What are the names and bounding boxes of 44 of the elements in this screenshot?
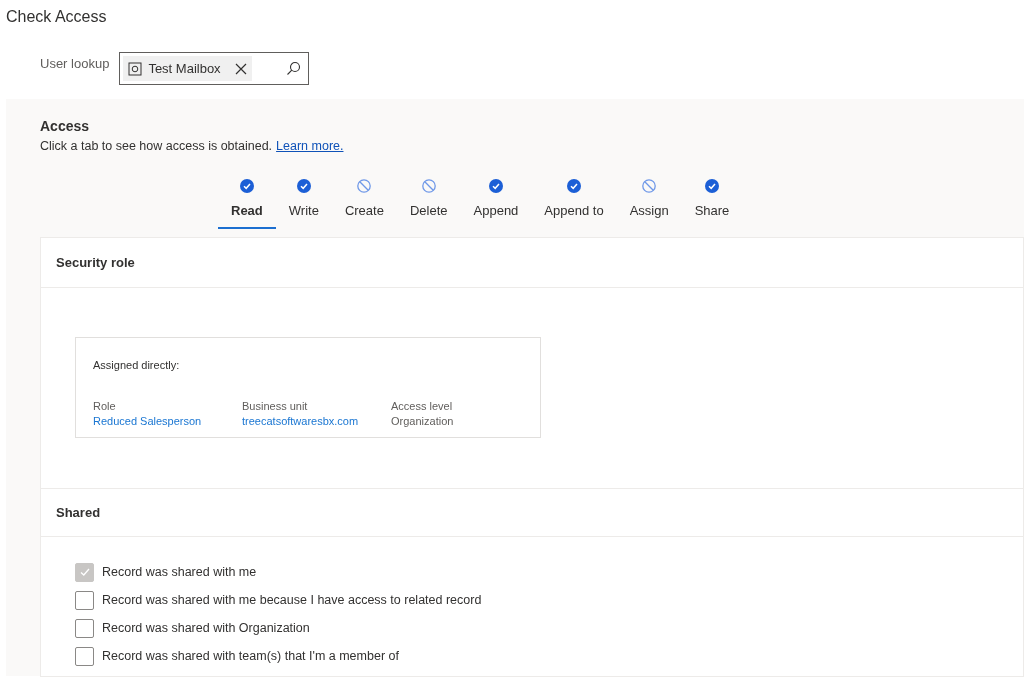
learn-more-link[interactable]: Learn more.: [276, 137, 344, 156]
lookup-field[interactable]: Test Mailbox: [119, 52, 310, 85]
access-tab[interactable]: Delete: [396, 178, 461, 229]
section-heading: Shared: [56, 503, 101, 522]
field-value: Organization: [391, 414, 455, 430]
checkbox-label: Record was shared with team(s) that I'm a member of: [102, 647, 399, 665]
access-tab[interactable]: Read: [218, 178, 276, 229]
field-label: Role: [93, 399, 117, 415]
access-tab[interactable]: Append: [460, 178, 532, 229]
blocked-icon: [642, 178, 657, 193]
access-tab[interactable]: Assign: [616, 178, 682, 229]
access-tab[interactable]: Write: [275, 178, 332, 229]
section-heading: Security role: [56, 253, 135, 272]
access-tab[interactable]: Append to: [531, 178, 617, 229]
check-icon: [567, 178, 581, 193]
checkbox-label: Record was shared with Organization: [102, 619, 310, 637]
checkbox-label: Record was shared with me: [102, 563, 257, 581]
blocked-icon: [357, 178, 372, 193]
checkbox[interactable]: [75, 590, 94, 610]
access-tab[interactable]: Create: [331, 178, 397, 229]
card-title: Assigned directly:: [93, 357, 181, 373]
page-title: Check Access: [5, 7, 108, 27]
description-text: Click a tab to see how access is obtained.: [40, 138, 273, 155]
field-label: Access level: [391, 399, 454, 415]
search-icon[interactable]: [286, 61, 302, 76]
check-icon: [296, 178, 311, 193]
checkbox[interactable]: [75, 618, 94, 638]
field-label: Business unit: [242, 399, 309, 415]
close-icon[interactable]: [234, 62, 247, 75]
field-label: User lookup: [40, 55, 110, 73]
check-icon: [78, 566, 91, 579]
blocked-icon: [421, 178, 436, 193]
lookup-value: Test Mailbox: [148, 59, 221, 78]
checkbox[interactable]: [75, 646, 94, 666]
check-icon: [239, 178, 254, 193]
section-heading: Access: [40, 117, 91, 136]
lookup-tag[interactable]: Test Mailbox: [123, 56, 252, 81]
entity-icon: [128, 61, 143, 76]
access-tab[interactable]: Share: [681, 178, 743, 229]
check-icon: [488, 178, 503, 193]
field-link[interactable]: Reduced Salesperson: [93, 414, 242, 430]
field-link[interactable]: treecatsoftwaresbx.com: [242, 414, 391, 430]
checkbox-label: Record was shared with me because I have access to related record: [102, 591, 482, 609]
check-icon: [705, 178, 719, 193]
